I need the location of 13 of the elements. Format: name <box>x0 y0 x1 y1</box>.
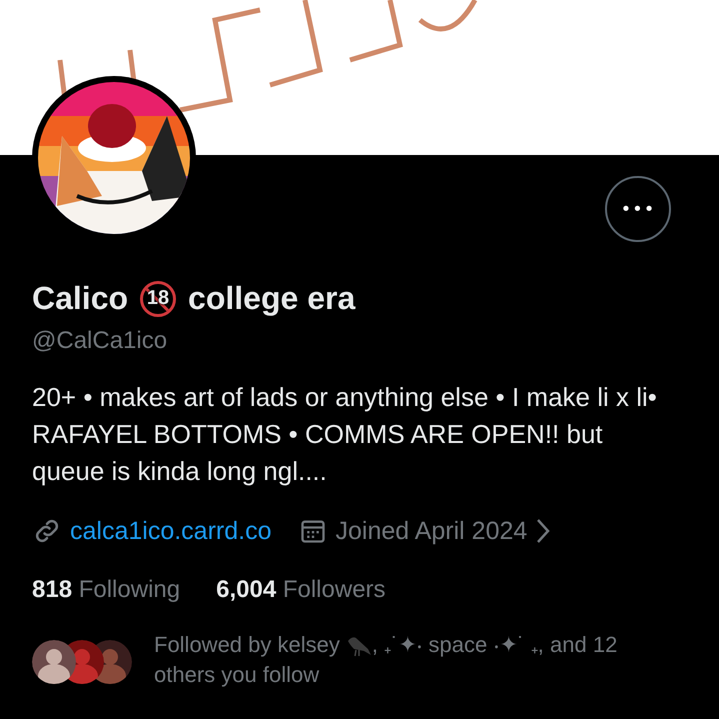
joined-date: Joined April 2024 <box>335 516 528 546</box>
bio-text: 20+ • makes art of lads or anything else • I make li x li• RAFAYEL BOTTOMS • COMMS ARE OPEN!! but queue is kinda long ngl.... <box>32 381 658 488</box>
followed-by-text: , ₊˙✦‧ space ‧✦˙ ₊, and 12 <box>372 631 618 659</box>
display-name: college era <box>188 280 356 317</box>
followed-by-text: others you follow <box>154 661 320 689</box>
more-button[interactable]: ••• <box>605 176 671 242</box>
display-name: Calico <box>32 280 128 317</box>
website-link[interactable]: calca1ico.carrd.co <box>70 516 272 546</box>
username: @CalCa1ico <box>32 327 168 355</box>
followed-by-text: Followed by kelsey <box>154 631 340 659</box>
follow-count-link[interactable]: 6,004 Followers <box>216 576 386 604</box>
follow-count-link[interactable]: 818 Following <box>32 576 180 604</box>
chevron-right-icon[interactable] <box>535 518 552 544</box>
